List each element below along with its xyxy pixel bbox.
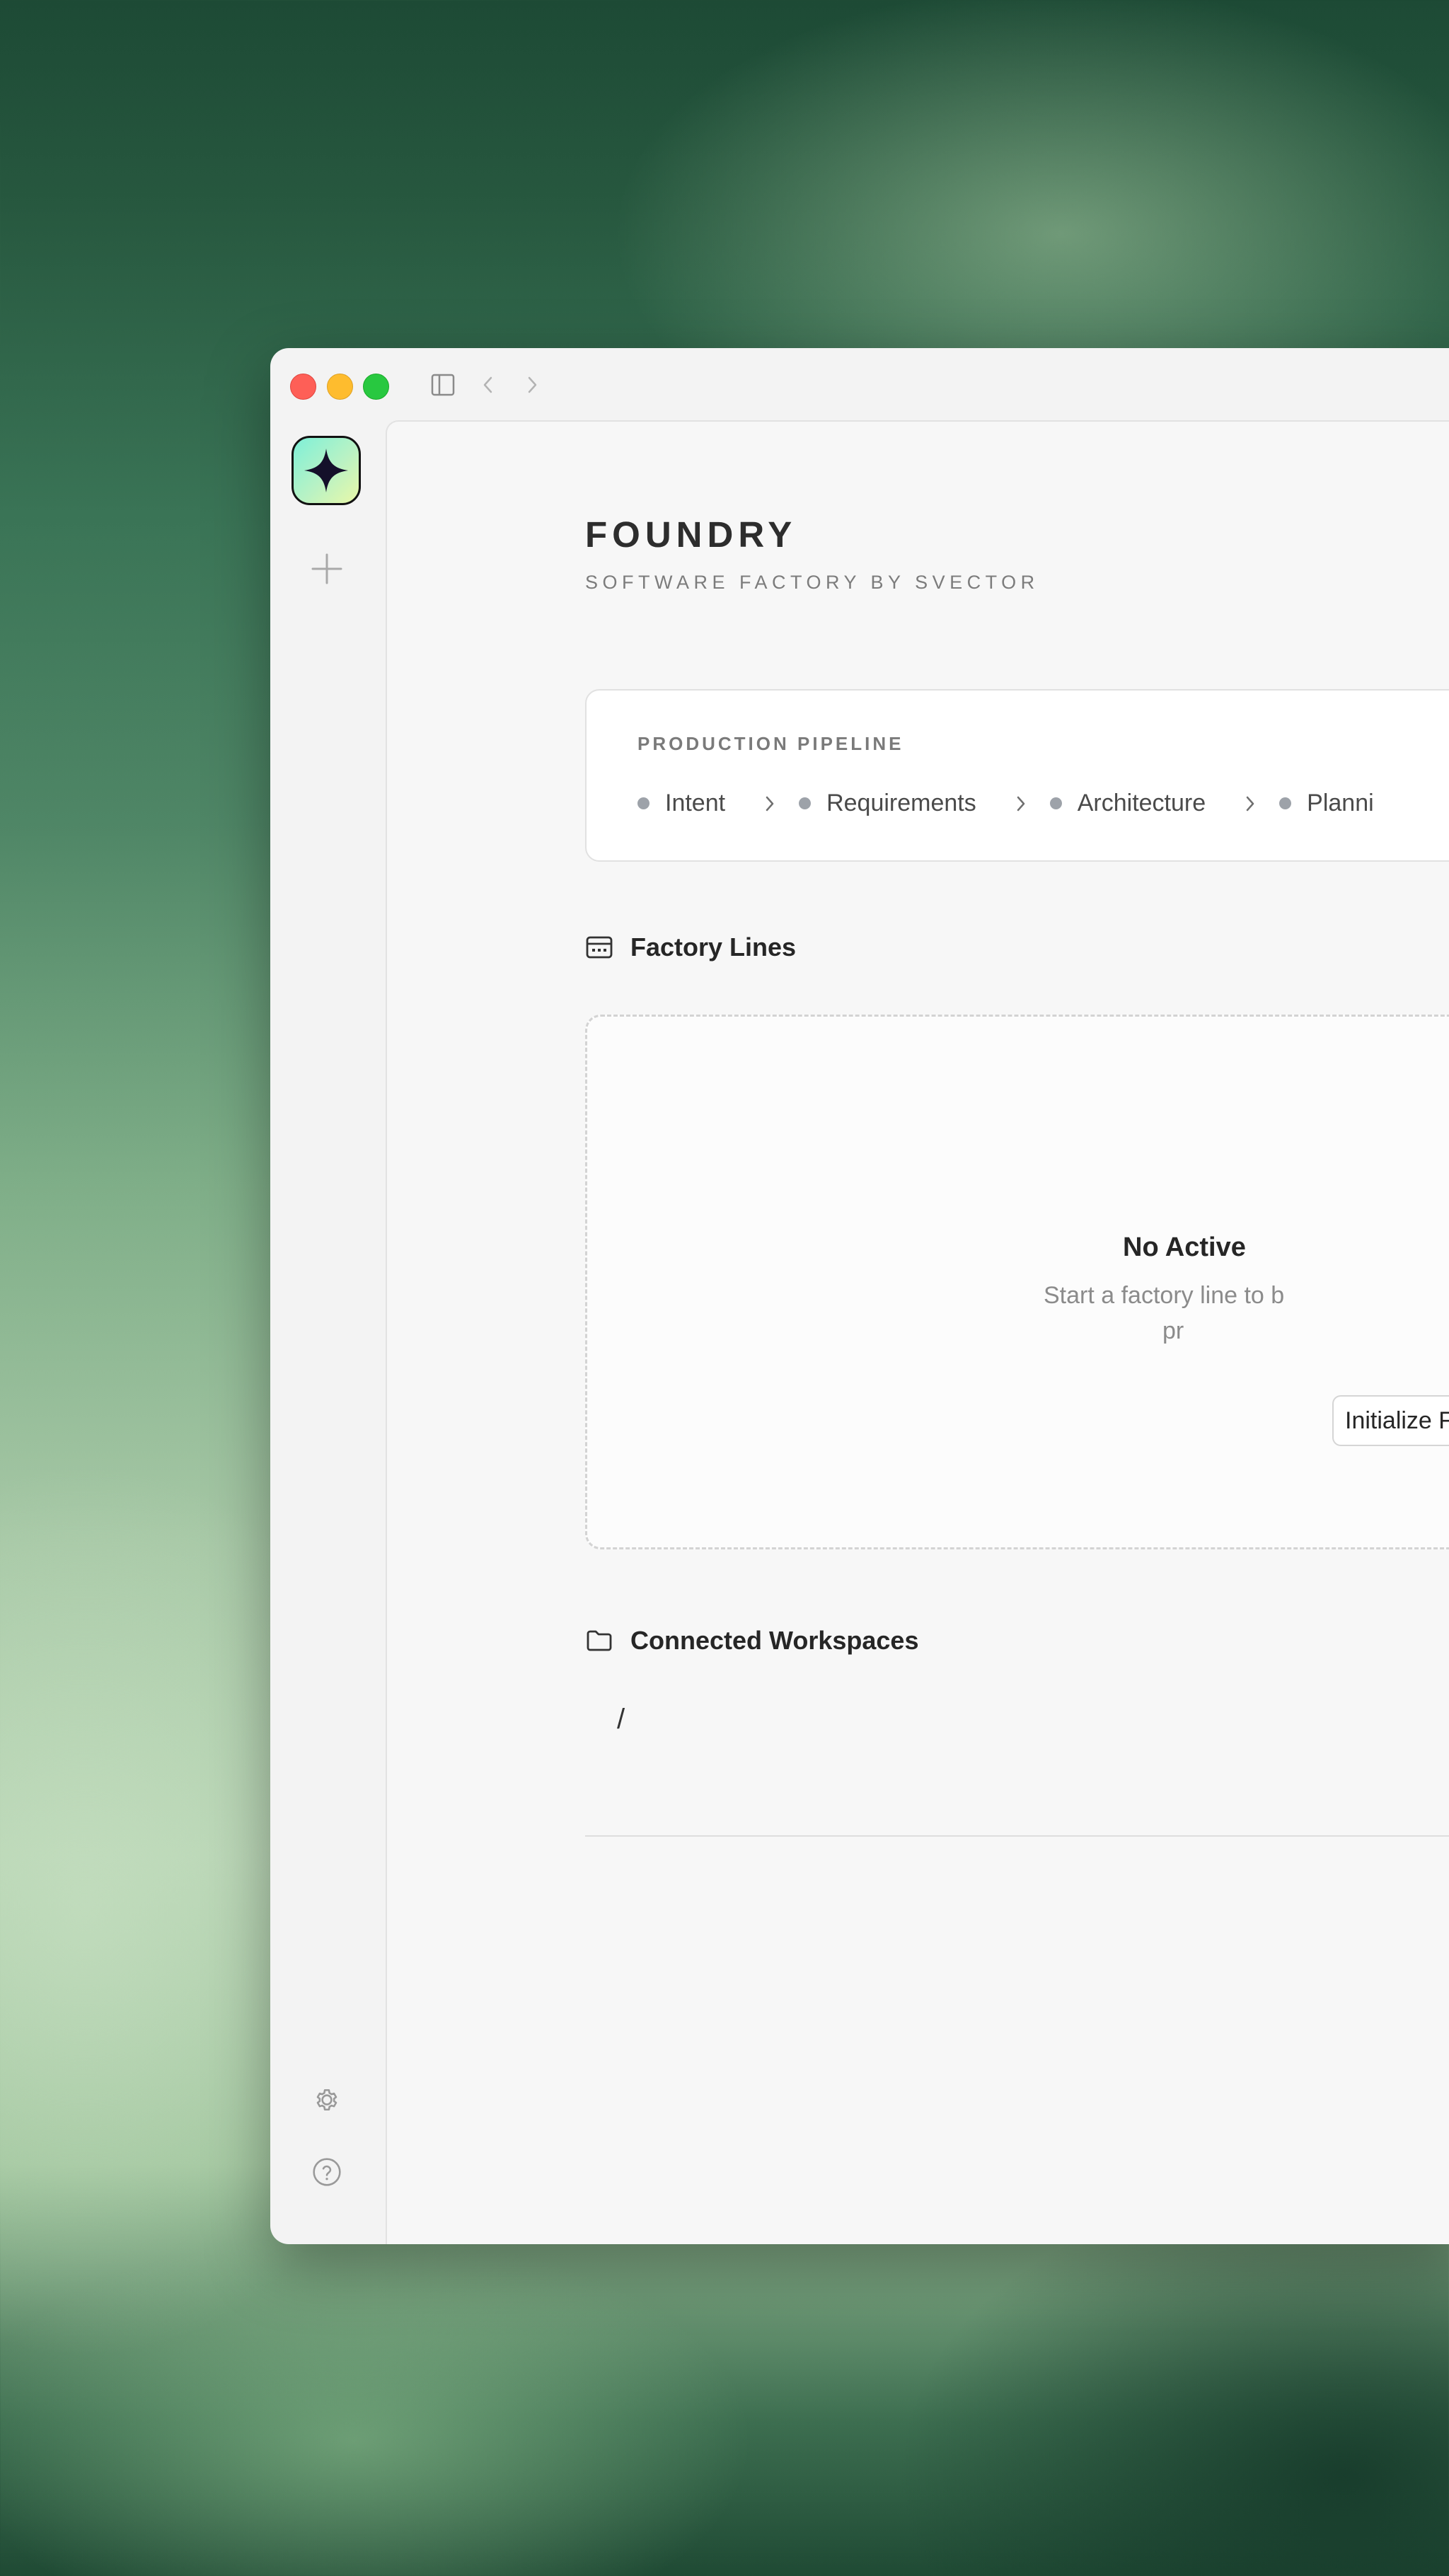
section-divider: [585, 1835, 1449, 1837]
factory-lines-icon: [585, 933, 613, 961]
stage-status-dot: [799, 797, 812, 809]
stage-label: Planni: [1307, 790, 1374, 816]
forward-chevron-icon[interactable]: [516, 369, 548, 400]
pipeline-stages: Intent Requirements Architecture Planni: [637, 790, 1374, 817]
initialize-factory-button[interactable]: Initialize F: [1332, 1395, 1449, 1446]
gear-icon: [316, 2089, 337, 2111]
empty-state-description: Start a factory line to b: [1044, 1282, 1285, 1309]
stage-status-dot: [1279, 797, 1292, 809]
help-button[interactable]: [311, 2156, 342, 2188]
plus-icon: [311, 553, 342, 584]
app-logo-button[interactable]: [291, 436, 361, 505]
app-window: FOUNDRY SOFTWARE FACTORY BY SVECTOR PROD…: [270, 348, 1449, 2244]
main-content: FOUNDRY SOFTWARE FACTORY BY SVECTOR PROD…: [386, 420, 1449, 2244]
page-subtitle: SOFTWARE FACTORY BY SVECTOR: [585, 572, 1039, 593]
stage-architecture[interactable]: Architecture: [1049, 790, 1206, 817]
sidebar-toggle-icon[interactable]: [427, 369, 458, 400]
stage-label: Intent: [665, 790, 726, 816]
new-factory-button[interactable]: [311, 553, 342, 584]
connected-workspaces-heading: Connected Workspaces: [585, 1626, 918, 1656]
chevron-right-icon: [765, 795, 775, 812]
stage-label: Requirements: [826, 790, 976, 816]
settings-button[interactable]: [311, 2084, 342, 2115]
minimize-window-button[interactable]: [327, 374, 353, 400]
close-window-button[interactable]: [290, 374, 316, 400]
folder-icon: [585, 1627, 613, 1655]
stage-planning[interactable]: Planni: [1279, 790, 1374, 817]
chevron-right-icon: [1245, 795, 1255, 812]
production-pipeline-card: PRODUCTION PIPELINE Intent Requirements: [585, 689, 1449, 862]
factory-lines-title: Factory Lines: [630, 932, 797, 961]
connected-workspaces-title: Connected Workspaces: [630, 1626, 919, 1655]
title-bar: [270, 348, 1449, 416]
help-icon: [313, 2158, 341, 2186]
sparkle-icon: [304, 449, 348, 492]
empty-state-description-cont: pr: [1162, 1317, 1184, 1344]
workspace-item[interactable]: /: [617, 1704, 625, 1735]
stage-label: Architecture: [1077, 790, 1206, 816]
back-chevron-icon[interactable]: [473, 369, 504, 400]
icon-sidebar: [270, 416, 386, 2244]
factory-lines-empty-state: [585, 1015, 1449, 1549]
empty-state-title: No Active: [1123, 1232, 1246, 1262]
factory-lines-heading: Factory Lines: [585, 932, 796, 962]
stage-status-dot: [1049, 797, 1062, 809]
stage-intent[interactable]: Intent: [637, 790, 725, 817]
pipeline-label: PRODUCTION PIPELINE: [637, 733, 904, 754]
stage-requirements[interactable]: Requirements: [799, 790, 976, 817]
stage-status-dot: [637, 797, 650, 809]
page-title: FOUNDRY: [585, 514, 797, 555]
zoom-window-button[interactable]: [363, 374, 389, 400]
chevron-right-icon: [1016, 795, 1026, 812]
